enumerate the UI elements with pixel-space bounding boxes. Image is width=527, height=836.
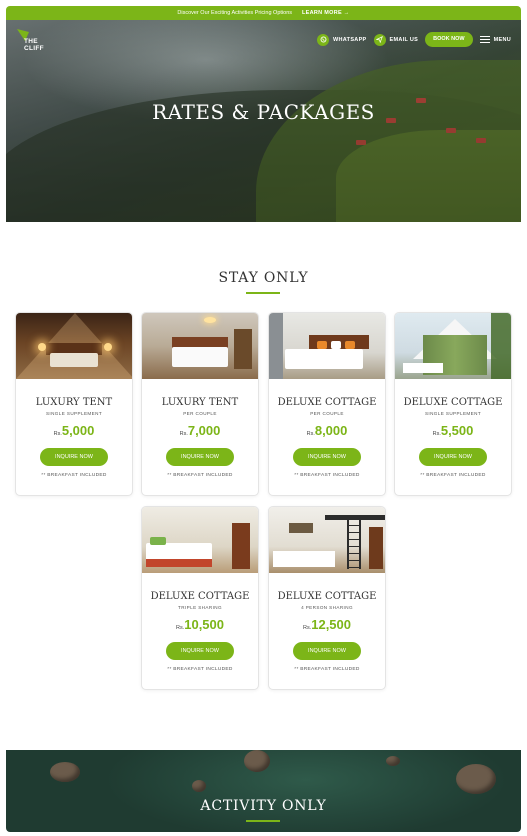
water-rock (50, 762, 80, 782)
price-currency: Rs. (302, 625, 312, 631)
package-name: DELUXE COTTAGE (277, 591, 377, 602)
logo-text-line1: THE (24, 38, 38, 45)
package-price: Rs.8,000 (269, 422, 385, 440)
inquire-now-button[interactable]: INQUIRE NOW (419, 448, 487, 466)
water-rock (456, 764, 496, 794)
stay-section-title: STAY ONLY (218, 270, 309, 286)
package-occupancy: SINGLE SUPPLEMENT (424, 411, 482, 416)
price-amount: 5,000 (61, 423, 95, 438)
water-rock (386, 756, 400, 766)
package-card: LUXURY TENT SINGLE SUPPLEMENT Rs.5,000 I… (15, 312, 133, 496)
site-logo[interactable]: THE CLIFF (16, 28, 50, 58)
package-note: ** BREAKFAST INCLUDED (41, 473, 107, 478)
package-note: ** BREAKFAST INCLUDED (167, 667, 233, 672)
whatsapp-link[interactable]: WHATSAPP (317, 33, 367, 46)
water-rock (244, 750, 270, 772)
price-currency: Rs. (53, 431, 62, 437)
inquire-now-button[interactable]: INQUIRE NOW (293, 448, 361, 466)
page-title: RATES & PACKAGES (152, 100, 375, 124)
email-link[interactable]: EMAIL US (373, 33, 419, 46)
price-amount: 12,500 (311, 617, 351, 632)
room-photo (269, 507, 385, 573)
package-note: ** BREAKFAST INCLUDED (167, 473, 233, 478)
room-photo (142, 313, 258, 379)
package-note: ** BREAKFAST INCLUDED (420, 473, 486, 478)
package-occupancy: TRIPLE SHARING (178, 605, 222, 610)
title-underline (246, 820, 280, 822)
promo-text: Discover Our Exciting Activities Pricing… (177, 10, 292, 16)
book-now-button[interactable]: BOOK NOW (425, 32, 473, 47)
package-card: DELUXE COTTAGE TRIPLE SHARING Rs.10,500 … (141, 506, 259, 690)
water-rock (192, 780, 206, 792)
menu-label: MENU (493, 36, 511, 43)
email-label: EMAIL US (389, 36, 419, 43)
price-currency: Rs. (432, 431, 441, 437)
room-photo (16, 313, 132, 379)
package-card: DELUXE COTTAGE 4 PERSON SHARING Rs.12,50… (268, 506, 386, 690)
package-name: DELUXE COTTAGE (403, 397, 503, 408)
package-card: LUXURY TENT PER COUPLE Rs.7,000 INQUIRE … (141, 312, 259, 496)
package-occupancy: SINGLE SUPPLEMENT (45, 411, 103, 416)
package-name: DELUXE COTTAGE (277, 397, 377, 408)
promo-learn-more-link[interactable]: LEARN MORE → (302, 10, 350, 16)
package-price: Rs.10,500 (142, 616, 258, 634)
hero-banner: THE CLIFF WHATSAPP EMAIL US BOOK NOW MEN… (6, 20, 521, 222)
whatsapp-label: WHATSAPP (333, 36, 367, 43)
room-photo (269, 313, 385, 379)
package-name: LUXURY TENT (161, 397, 239, 408)
price-amount: 7,000 (187, 423, 221, 438)
menu-icon (479, 36, 490, 43)
package-name: DELUXE COTTAGE (150, 591, 250, 602)
inquire-now-button[interactable]: INQUIRE NOW (166, 642, 234, 660)
package-occupancy: 4 PERSON SHARING (301, 605, 353, 610)
inquire-now-button[interactable]: INQUIRE NOW (40, 448, 108, 466)
package-price: Rs.7,000 (142, 422, 258, 440)
room-photo (142, 507, 258, 573)
page: Discover Our Exciting Activities Pricing… (6, 6, 521, 832)
price-amount: 10,500 (184, 617, 224, 632)
inquire-now-button[interactable]: INQUIRE NOW (166, 448, 234, 466)
price-currency: Rs. (179, 431, 188, 437)
activity-section-title: ACTIVITY ONLY (200, 798, 327, 814)
promo-bar: Discover Our Exciting Activities Pricing… (6, 6, 521, 20)
package-card: DELUXE COTTAGE SINGLE SUPPLEMENT Rs.5,50… (394, 312, 512, 496)
whatsapp-icon (317, 33, 330, 46)
send-icon (373, 33, 386, 46)
package-price: Rs.5,000 (16, 422, 132, 440)
activity-section: ACTIVITY ONLY (6, 750, 521, 832)
price-amount: 5,500 (440, 423, 474, 438)
top-nav: WHATSAPP EMAIL US BOOK NOW MENU (317, 32, 511, 47)
package-price: Rs.12,500 (269, 616, 385, 634)
logo-text-line2: CLIFF (24, 45, 44, 52)
price-amount: 8,000 (314, 423, 348, 438)
package-occupancy: PER COUPLE (183, 411, 217, 416)
title-underline (246, 292, 280, 294)
package-price: Rs.5,500 (395, 422, 511, 440)
package-note: ** BREAKFAST INCLUDED (294, 473, 360, 478)
price-currency: Rs. (175, 625, 185, 631)
inquire-now-button[interactable]: INQUIRE NOW (293, 642, 361, 660)
menu-button[interactable]: MENU (479, 36, 511, 43)
package-occupancy: PER COUPLE (310, 411, 344, 416)
package-note: ** BREAKFAST INCLUDED (294, 667, 360, 672)
package-name: LUXURY TENT (35, 397, 113, 408)
price-currency: Rs. (306, 431, 315, 437)
room-photo (395, 313, 511, 379)
package-card: DELUXE COTTAGE PER COUPLE Rs.8,000 INQUI… (268, 312, 386, 496)
